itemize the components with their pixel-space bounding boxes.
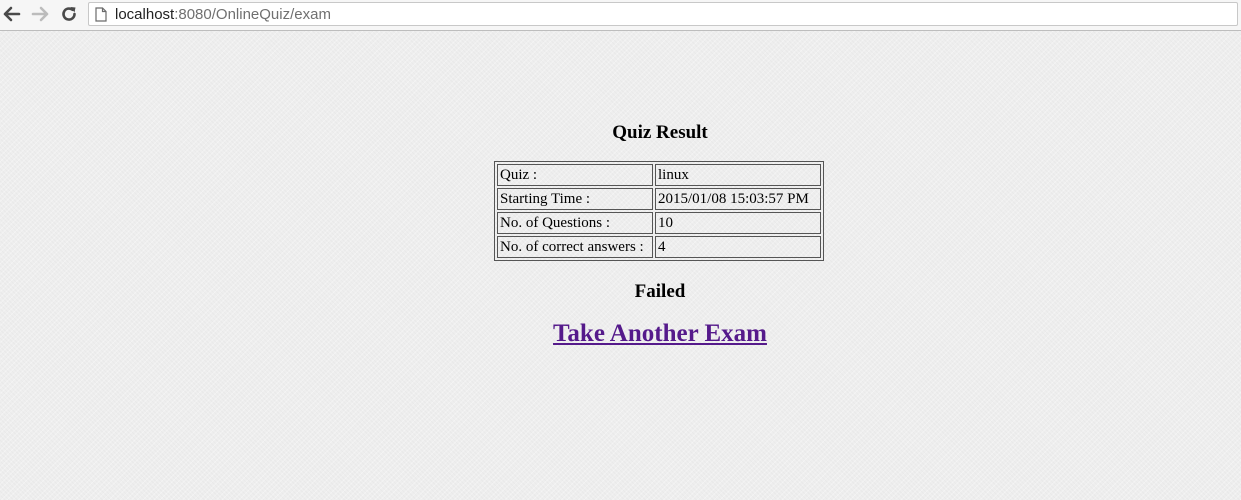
quiz-label: Quiz : (497, 164, 653, 186)
forward-button[interactable] (30, 4, 50, 24)
back-button[interactable] (2, 4, 22, 24)
reload-button[interactable] (59, 4, 79, 24)
result-table: Quiz : linux Starting Time : 2015/01/08 … (494, 161, 824, 261)
arrow-right-icon (31, 6, 49, 22)
table-row: No. of correct answers : 4 (497, 236, 821, 258)
correct-answers-label: No. of correct answers : (497, 236, 653, 258)
result-status: Failed (634, 281, 686, 302)
starting-time-value: 2015/01/08 15:03:57 PM (655, 188, 821, 210)
take-another-container: Take Another Exam (0, 320, 1241, 348)
question-count-value: 10 (655, 212, 821, 234)
question-count-label: No. of Questions : (497, 212, 653, 234)
page-title: Quiz Result (612, 122, 708, 143)
table-row: No. of Questions : 10 (497, 212, 821, 234)
page-content: Quiz Result Quiz : linux Starting Time :… (0, 31, 1241, 500)
correct-answers-value: 4 (655, 236, 821, 258)
table-row: Starting Time : 2015/01/08 15:03:57 PM (497, 188, 821, 210)
table-row: Quiz : linux (497, 164, 821, 186)
url-text: localhost:8080/OnlineQuiz/exam (115, 5, 331, 23)
quiz-value: linux (655, 164, 821, 186)
reload-icon (62, 7, 76, 21)
browser-toolbar: localhost:8080/OnlineQuiz/exam (0, 0, 1241, 31)
take-another-exam-link[interactable]: Take Another Exam (553, 320, 767, 347)
page-icon (95, 6, 109, 22)
arrow-left-icon (3, 6, 21, 22)
address-bar[interactable]: localhost:8080/OnlineQuiz/exam (88, 2, 1238, 26)
starting-time-label: Starting Time : (497, 188, 653, 210)
